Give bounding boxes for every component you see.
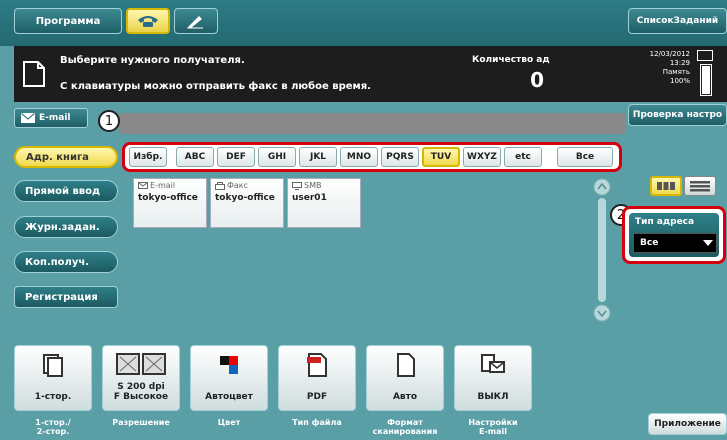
address-type-panel: Тип адреса Все [622, 206, 726, 264]
callout-1: 1 [98, 110, 120, 132]
destination-tile[interactable]: SMB user01 [287, 178, 361, 228]
setting-caption: Настройки E-mail [468, 418, 518, 436]
index-tab[interactable]: GHI [258, 147, 296, 167]
setting-button[interactable]: PDF [278, 345, 356, 411]
grid-view-icon [657, 182, 675, 190]
scroll-up-icon[interactable] [593, 178, 611, 196]
setting-caption: Разрешение [112, 418, 170, 427]
destination-name: tokyo-office [215, 193, 275, 203]
destination-tile[interactable]: Факс tokyo-office [210, 178, 284, 228]
hint-text: С клавиатуры можно отправить факс в любо… [60, 81, 371, 92]
resolution-icon [115, 352, 167, 380]
destination-type: Факс [215, 181, 248, 190]
setting-caption: 1-стор./ 2-стор. [35, 418, 71, 436]
status-datetime: 12/03/2012 13:29 Память 100% [638, 50, 690, 86]
instruction-text: Выберите нужного получателя. [60, 55, 245, 66]
telephone-icon [138, 16, 158, 27]
index-tab[interactable]: JKL [299, 147, 337, 167]
index-tab[interactable]: TUV [422, 147, 460, 167]
setting-button[interactable]: S 200 dpi F Высокое [102, 345, 180, 411]
index-tab[interactable]: PQRS [381, 147, 419, 167]
top-bar: Программа СписокЗаданий [0, 0, 727, 46]
smb-icon [292, 181, 302, 190]
annotation-mode-tab[interactable] [174, 8, 218, 34]
document-icon [23, 61, 45, 87]
applications-button[interactable]: Приложение [648, 413, 727, 435]
grid-view-button[interactable] [650, 176, 682, 196]
setting-caption: Цвет [217, 418, 241, 427]
scrollbar-track[interactable] [598, 198, 606, 302]
index-tab[interactable]: etc [504, 147, 542, 167]
setting-value: PDF [306, 392, 328, 402]
index-tab-bar: Избр. ABC DEF GHI JKL MNO PQRS TUV WXYZ etc Все [122, 142, 622, 172]
setting-value: ВЫКЛ [477, 392, 509, 402]
address-type-value: Все [640, 238, 659, 248]
destination-type-label: E-mail [150, 181, 176, 190]
setting-value: Автоцвет [205, 392, 253, 402]
index-tab[interactable]: MNO [340, 147, 378, 167]
index-tab[interactable]: Избр. [129, 147, 167, 167]
address-book-button[interactable]: Адр. книга [14, 146, 118, 168]
memory-gauge-fill [702, 66, 710, 94]
page-icon [392, 352, 418, 382]
duplex-icon [40, 352, 66, 382]
destination-field[interactable] [120, 113, 626, 134]
job-log-button[interactable]: Журн.задан. [14, 216, 118, 238]
destination-type-label: SMB [304, 181, 322, 190]
destination-name: user01 [292, 193, 327, 203]
register-button[interactable]: Регистрация [14, 286, 118, 308]
list-view-button[interactable] [684, 176, 716, 196]
pen-icon [187, 16, 203, 29]
setting-caption: Формат сканирования [372, 418, 438, 436]
copy-recipients-button[interactable]: Коп.получ. [14, 251, 118, 273]
setting-caption: Тип файла [292, 418, 342, 427]
destination-type-label: Факс [227, 181, 249, 190]
setting-button[interactable]: ВЫКЛ [454, 345, 532, 411]
program-button[interactable]: Программа [14, 8, 122, 34]
job-list-button[interactable]: СписокЗаданий [628, 8, 727, 34]
color-icon [216, 352, 242, 382]
quantity-label: Количество ад [472, 55, 550, 65]
email-tab-label: E-mail [39, 113, 71, 123]
destination-tile[interactable]: E-mail tokyo-office [133, 178, 207, 228]
setting-value: Авто [392, 392, 418, 402]
date-text: 12/03/2012 [649, 50, 690, 58]
list-view-icon [690, 181, 710, 192]
pdf-icon [304, 352, 330, 382]
message-panel: Выберите нужного получателя. С клавиатур… [14, 46, 727, 102]
index-tab[interactable]: Все [557, 147, 613, 167]
index-tab[interactable]: DEF [217, 147, 255, 167]
fax-scan-screen: Программа СписокЗаданий Выберите нужного… [0, 0, 727, 440]
time-text: 13:29 [669, 59, 690, 67]
memory-value: 100% [669, 77, 690, 85]
fax-mode-tab[interactable] [126, 8, 170, 34]
setting-button[interactable]: 1-стор. [14, 345, 92, 411]
index-tab[interactable]: ABC [176, 147, 214, 167]
address-type-label: Тип адреса [635, 217, 695, 227]
quantity-value: 0 [530, 68, 544, 92]
envelope-icon [21, 113, 35, 123]
index-tab[interactable]: WXYZ [463, 147, 501, 167]
address-type-select[interactable]: Все [633, 233, 717, 253]
direct-input-button[interactable]: Прямой ввод [14, 180, 118, 202]
destination-type: SMB [292, 181, 321, 190]
setting-button[interactable]: Авто [366, 345, 444, 411]
email-icon [138, 182, 148, 189]
address-type-box: Тип адреса Все [629, 213, 719, 257]
fax-icon [215, 181, 225, 190]
destination-type: E-mail [138, 181, 175, 190]
check-settings-button[interactable]: Проверка настро [628, 104, 727, 126]
chevron-down-icon [703, 240, 713, 246]
setting-button[interactable]: Автоцвет [190, 345, 268, 411]
memory-label: Память [662, 68, 690, 76]
setting-value: 1-стор. [34, 392, 72, 402]
scroll-down-icon[interactable] [593, 304, 611, 322]
destination-name: tokyo-office [138, 193, 198, 203]
setting-value: S 200 dpi F Высокое [113, 382, 169, 402]
email-tab[interactable]: E-mail [14, 108, 88, 128]
email-settings-icon [478, 352, 508, 382]
tray-icon [697, 50, 713, 61]
memory-gauge [700, 64, 712, 96]
